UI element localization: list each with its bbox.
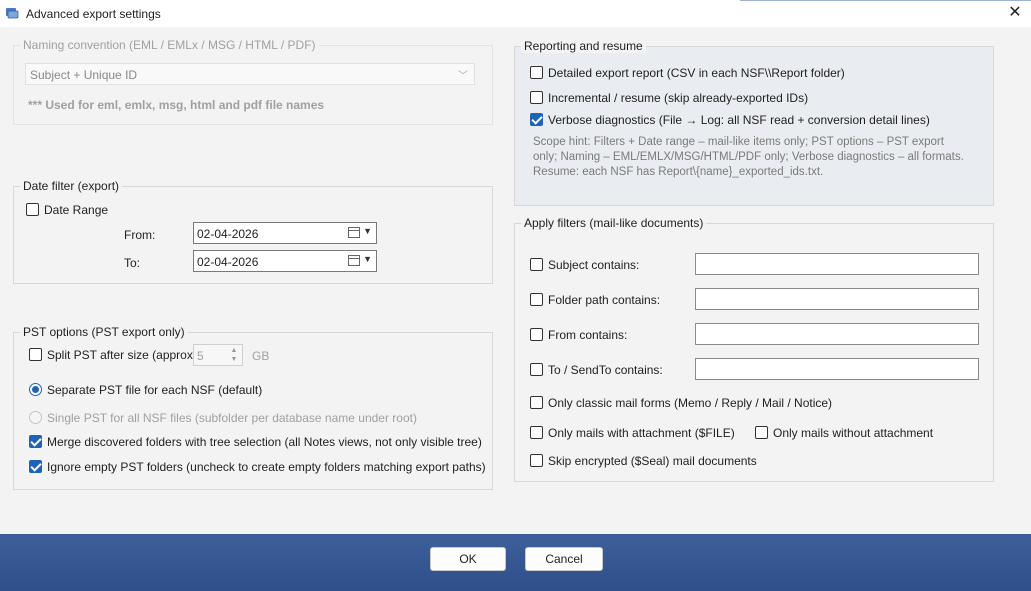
incremental-resume-checkbox[interactable] bbox=[530, 91, 543, 104]
folder-path-filter-checkbox[interactable] bbox=[530, 293, 543, 306]
merge-folders-label: Merge discovered folders with tree selec… bbox=[47, 435, 482, 449]
scope-hint-line-1: Scope hint: Filters + Date range – mail-… bbox=[533, 136, 944, 148]
title-bar-accent-line bbox=[740, 0, 1031, 1]
subject-filter-input[interactable] bbox=[695, 253, 979, 275]
scope-hint: Scope hint: Filters + Date range – mail-… bbox=[533, 135, 988, 180]
scope-hint-line-2: only; Naming – EML/EMLX/MSG/HTML/PDF onl… bbox=[533, 151, 964, 163]
dialog-body: Naming convention (EML / EMLx / MSG / HT… bbox=[0, 27, 1031, 534]
single-pst-label: Single PST for all NSF files (subfolder … bbox=[47, 411, 417, 425]
with-attachment-label: Only mails with attachment ($FILE) bbox=[548, 426, 735, 440]
reporting-group: Reporting and resume Detailed export rep… bbox=[514, 39, 994, 206]
scope-hint-line-3: Resume: each NSF has Report\{name}_expor… bbox=[533, 166, 824, 178]
without-attachment-label: Only mails without attachment bbox=[773, 426, 934, 440]
split-size-stepper[interactable]: 5 ▲ ▼ bbox=[193, 344, 243, 366]
separate-pst-radio[interactable] bbox=[29, 383, 42, 396]
date-range-checkbox[interactable] bbox=[26, 203, 39, 216]
chevron-down-icon: ﹀ bbox=[458, 71, 468, 82]
folder-path-filter-input[interactable] bbox=[695, 288, 979, 310]
dialog-footer: OK Cancel bbox=[0, 534, 1031, 591]
from-date-label: From: bbox=[124, 228, 156, 242]
skip-encrypted-label: Skip encrypted ($Seal) mail documents bbox=[548, 454, 757, 468]
to-date-picker[interactable]: 02-04-2026 ▼ bbox=[193, 250, 377, 272]
date-filter-legend: Date filter (export) bbox=[20, 179, 123, 193]
ok-button[interactable]: OK bbox=[430, 547, 506, 571]
date-filter-group: Date filter (export) Date Range From: 02… bbox=[13, 179, 493, 284]
close-icon[interactable]: ✕ bbox=[1005, 3, 1025, 23]
split-pst-checkbox[interactable] bbox=[29, 348, 42, 361]
incremental-resume-label: Incremental / resume (skip already-expor… bbox=[548, 91, 809, 105]
detailed-report-label: Detailed export report (CSV in each NSF\… bbox=[548, 66, 845, 80]
apply-filters-group: Apply filters (mail-like documents) Subj… bbox=[514, 216, 994, 482]
merge-folders-checkbox[interactable] bbox=[29, 435, 42, 448]
calendar-icon[interactable] bbox=[348, 255, 360, 266]
naming-convention-selected: Subject + Unique ID bbox=[30, 68, 138, 82]
separate-pst-label: Separate PST file for each NSF (default) bbox=[47, 383, 263, 397]
skip-encrypted-checkbox[interactable] bbox=[530, 454, 543, 467]
to-date-label: To: bbox=[124, 256, 141, 270]
window-title: Advanced export settings bbox=[26, 7, 161, 21]
dropdown-arrow-icon[interactable]: ▼ bbox=[363, 254, 372, 264]
to-filter-checkbox[interactable] bbox=[530, 363, 543, 376]
calendar-icon[interactable] bbox=[348, 227, 360, 238]
from-filter-checkbox[interactable] bbox=[530, 328, 543, 341]
split-pst-label: Split PST after size (approx.) bbox=[47, 348, 201, 362]
title-bar: Advanced export settings ✕ bbox=[0, 0, 1031, 27]
classic-mail-forms-label: Only classic mail forms (Memo / Reply / … bbox=[548, 396, 833, 410]
folder-path-filter-label: Folder path contains: bbox=[548, 293, 661, 307]
cancel-button[interactable]: Cancel bbox=[525, 547, 603, 571]
from-date-picker[interactable]: 02-04-2026 ▼ bbox=[193, 222, 377, 244]
naming-convention-group: Naming convention (EML / EMLx / MSG / HT… bbox=[13, 38, 493, 125]
split-size-unit: GB bbox=[252, 349, 270, 363]
without-attachment-checkbox[interactable] bbox=[755, 426, 768, 439]
subject-filter-checkbox[interactable] bbox=[530, 258, 543, 271]
reporting-legend: Reporting and resume bbox=[521, 39, 646, 53]
to-date-value: 02-04-2026 bbox=[197, 255, 259, 269]
ignore-empty-folders-checkbox[interactable] bbox=[29, 460, 42, 473]
naming-convention-legend: Naming convention (EML / EMLx / MSG / HT… bbox=[20, 38, 319, 52]
from-filter-label: From contains: bbox=[548, 328, 628, 342]
classic-mail-forms-checkbox[interactable] bbox=[530, 396, 543, 409]
to-filter-label: To / SendTo contains: bbox=[548, 363, 663, 377]
from-date-value: 02-04-2026 bbox=[197, 227, 259, 241]
stepper-down-icon[interactable]: ▼ bbox=[228, 355, 240, 364]
stepper-up-icon[interactable]: ▲ bbox=[228, 346, 240, 355]
apply-filters-legend: Apply filters (mail-like documents) bbox=[521, 216, 707, 230]
split-size-value: 5 bbox=[197, 349, 204, 363]
from-filter-input[interactable] bbox=[695, 323, 979, 345]
to-filter-input[interactable] bbox=[695, 358, 979, 380]
verbose-diagnostics-label: Verbose diagnostics (File → Log: all NSF… bbox=[548, 113, 930, 127]
subject-filter-label: Subject contains: bbox=[548, 258, 640, 272]
ignore-empty-folders-label: Ignore empty PST folders (uncheck to cre… bbox=[47, 460, 486, 474]
with-attachment-checkbox[interactable] bbox=[530, 426, 543, 439]
naming-convention-note: *** Used for eml, emlx, msg, html and pd… bbox=[28, 98, 325, 112]
date-range-label: Date Range bbox=[44, 203, 109, 217]
export-settings-icon bbox=[6, 8, 19, 19]
pst-options-legend: PST options (PST export only) bbox=[20, 325, 188, 339]
naming-convention-select[interactable]: Subject + Unique ID ﹀ bbox=[25, 63, 475, 85]
dropdown-arrow-icon[interactable]: ▼ bbox=[363, 226, 372, 236]
verbose-diagnostics-checkbox[interactable] bbox=[530, 113, 543, 126]
single-pst-radio[interactable] bbox=[29, 411, 42, 424]
detailed-report-checkbox[interactable] bbox=[530, 66, 543, 79]
pst-options-group: PST options (PST export only) Split PST … bbox=[13, 325, 493, 490]
